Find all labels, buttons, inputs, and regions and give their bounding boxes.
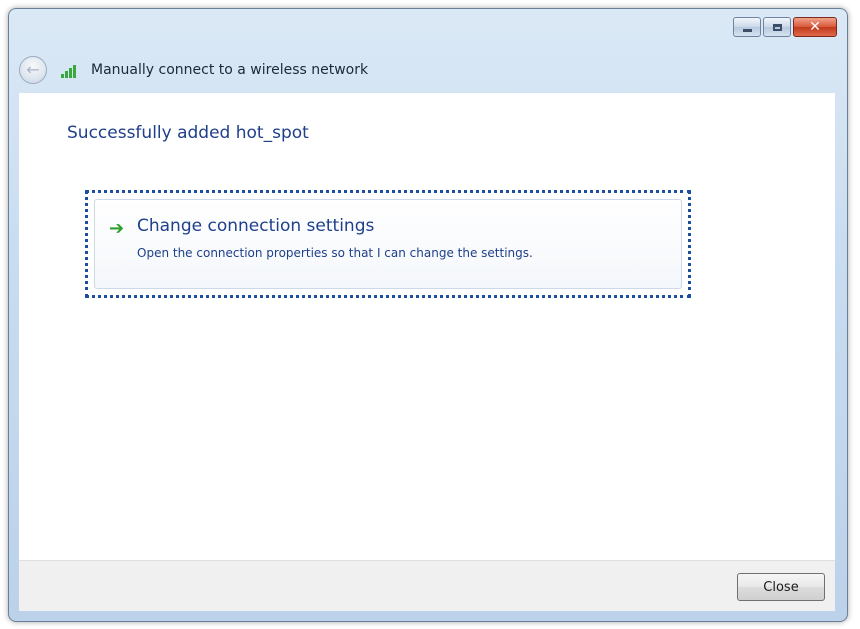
command-link-focus: ➔ Change connection settings Open the co…	[85, 190, 691, 298]
command-link-title: Change connection settings	[137, 216, 375, 236]
back-button[interactable]: ←	[19, 56, 47, 84]
nav-row: ← Manually connect to a wireless network	[19, 55, 368, 85]
close-icon: ✕	[809, 19, 821, 35]
wireless-signal-icon	[61, 62, 83, 78]
back-arrow-icon: ←	[26, 60, 40, 79]
maximize-icon	[772, 23, 782, 31]
dialog-window: ✕ ← Manually connect to a wireless netwo…	[8, 8, 848, 622]
command-link-description: Open the connection properties so that I…	[137, 246, 533, 260]
close-button[interactable]: Close	[737, 573, 825, 601]
change-connection-settings-link[interactable]: ➔ Change connection settings Open the co…	[94, 199, 682, 289]
window-title: Manually connect to a wireless network	[91, 62, 369, 78]
minimize-icon	[742, 28, 752, 32]
window-controls: ✕	[733, 17, 837, 37]
dialog-footer: Close	[19, 560, 835, 611]
page-heading: Successfully added hot_spot	[67, 123, 309, 143]
minimize-button[interactable]	[733, 17, 761, 37]
maximize-button[interactable]	[763, 17, 791, 37]
content-area: Successfully added hot_spot ➔ Change con…	[19, 93, 835, 560]
title-bar: ✕ ← Manually connect to a wireless netwo…	[9, 9, 847, 93]
window-close-button[interactable]: ✕	[793, 17, 837, 37]
green-arrow-icon: ➔	[109, 218, 125, 239]
